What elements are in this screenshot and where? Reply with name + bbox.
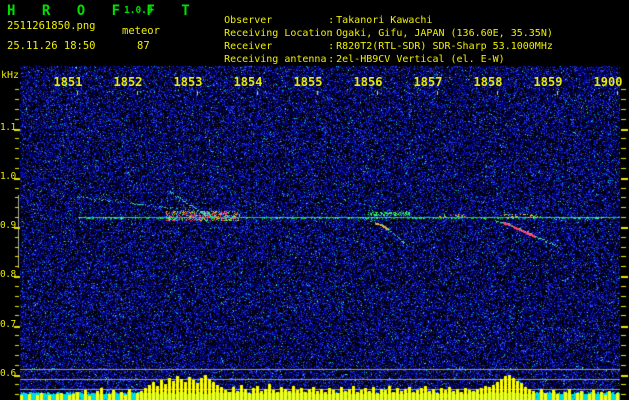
- x-tick-label: 1900: [593, 75, 623, 89]
- info-separator: :: [328, 54, 335, 65]
- x-tick-label: 1853: [173, 75, 203, 89]
- y-tick-label: 1.1: [0, 122, 16, 133]
- x-tick-label: 1857: [413, 75, 443, 89]
- info-label-location: Receiving Location: [224, 28, 333, 39]
- mode-label: meteor: [122, 25, 160, 37]
- y-tick-label: 0.8: [0, 269, 16, 280]
- y-tick-label: 0.7: [0, 319, 16, 330]
- hrofft-window: H R O F F T 1.0.0 2511261850.png meteor …: [0, 0, 629, 400]
- y-tick-label: 0.6: [0, 368, 16, 379]
- output-filename: 2511261850.png: [7, 20, 96, 32]
- y-tick-label: 1.0: [0, 171, 16, 182]
- station-info-row: Observer: Takanori Kawachi: [188, 4, 553, 26]
- info-value-antenna: 2el-HB9CV Vertical (el. E-W): [336, 54, 505, 65]
- x-tick-label: 1851: [53, 75, 83, 89]
- info-separator: :: [328, 41, 335, 52]
- info-label-receiver: Receiver: [224, 41, 273, 52]
- info-separator: :: [328, 28, 335, 39]
- info-label-antenna: Receiving antenna: [224, 54, 327, 65]
- echo-count: 87: [137, 40, 150, 52]
- station-info: Observer: Takanori Kawachi Receiving Loca…: [188, 4, 553, 65]
- x-tick-label: 1859: [533, 75, 563, 89]
- app-title: H R O F F T: [7, 3, 199, 19]
- y-axis-unit: kHz: [1, 70, 20, 81]
- info-value-location: Ogaki, Gifu, JAPAN (136.60E, 35.35N): [336, 28, 553, 39]
- info-label-observer: Observer: [224, 15, 273, 26]
- app-version: 1.0.0: [124, 5, 153, 16]
- info-value-observer: Takanori Kawachi: [336, 15, 433, 26]
- x-tick-label: 1856: [353, 75, 383, 89]
- info-separator: :: [328, 15, 335, 26]
- date-time: 25.11.26 18:50: [7, 40, 96, 52]
- x-tick-label: 1855: [293, 75, 323, 89]
- x-tick-label: 1858: [473, 75, 503, 89]
- y-tick-label: 0.9: [0, 220, 16, 231]
- info-value-receiver: R820T2(RTL-SDR) SDR-Sharp 53.1000MHz: [336, 41, 553, 52]
- x-tick-label: 1854: [233, 75, 263, 89]
- x-tick-label: 1852: [113, 75, 143, 89]
